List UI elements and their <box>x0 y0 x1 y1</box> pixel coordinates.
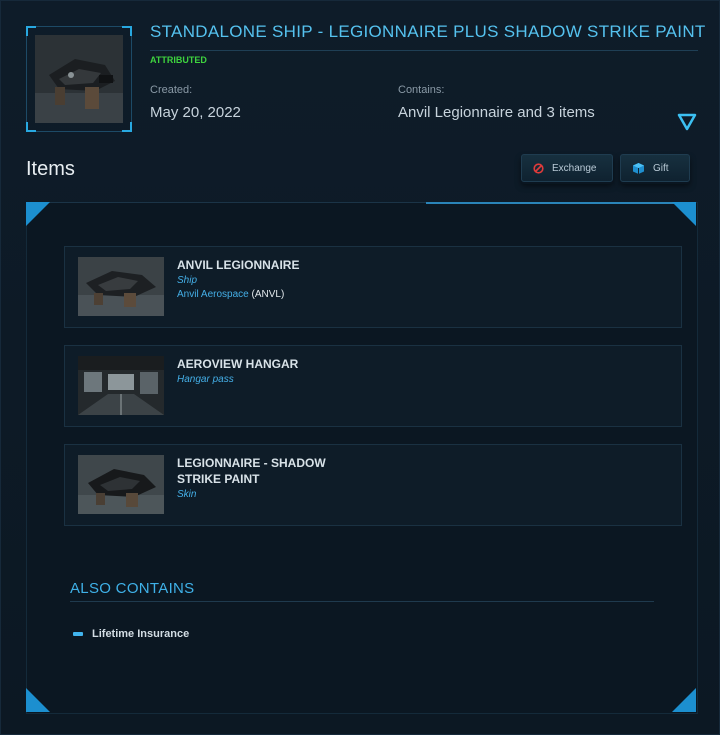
item-name: AEROVIEW HANGAR <box>177 357 299 371</box>
pledge-thumbnail <box>26 26 132 132</box>
item-name: LEGIONNAIRE - SHADOW STRIKE PAINT <box>177 456 326 486</box>
status-badge: ATTRIBUTED <box>150 55 207 65</box>
also-contains-divider <box>70 601 654 602</box>
manufacturer-code: (ANVL) <box>251 289 285 300</box>
list-item-aeroview-hangar[interactable]: AEROVIEW HANGAR Hangar pass <box>64 345 682 427</box>
panel-divider-accent <box>426 202 676 204</box>
block-icon <box>533 162 544 174</box>
also-contains-heading: ALSO CONTAINS <box>70 580 195 597</box>
hangar-thumbnail <box>78 356 164 415</box>
item-name: ANVIL LEGIONNAIRE <box>177 258 300 272</box>
panel-corner-bl <box>26 688 50 712</box>
created-label: Created: <box>150 84 193 96</box>
gift-box-icon <box>632 162 645 175</box>
bullet-icon <box>73 632 83 636</box>
pledge-title: STANDALONE SHIP - LEGIONNAIRE PLUS SHADO… <box>150 22 706 41</box>
paint-thumbnail <box>78 455 164 514</box>
exchange-label: Exchange <box>552 162 597 174</box>
gift-label: Gift <box>653 162 669 174</box>
ship-thumbnail <box>78 257 164 316</box>
item-manufacturer: Anvil Aerospace (ANVL) <box>177 289 284 300</box>
contains-label: Contains: <box>398 84 445 96</box>
item-type: Hangar pass <box>177 374 234 385</box>
items-heading: Items <box>26 158 75 180</box>
gift-button[interactable]: Gift <box>620 154 690 182</box>
contains-value: Anvil Legionnaire and 3 items <box>398 104 595 121</box>
list-item-anvil-legionnaire[interactable]: ANVIL LEGIONNAIRE Ship Anvil Aerospace (… <box>64 246 682 328</box>
panel-corner-tl <box>26 202 50 226</box>
list-item-shadow-strike-paint[interactable]: LEGIONNAIRE - SHADOW STRIKE PAINT Skin <box>64 444 682 526</box>
panel-corner-tr <box>672 202 696 226</box>
also-contains-item: Lifetime Insurance <box>92 628 190 640</box>
created-value: May 20, 2022 <box>150 104 241 121</box>
item-type: Ship <box>177 275 198 286</box>
item-type: Skin <box>177 489 197 500</box>
exchange-button[interactable]: Exchange <box>521 154 613 182</box>
title-divider <box>150 50 698 51</box>
manufacturer-name: Anvil Aerospace <box>177 289 249 300</box>
triangle-down-icon[interactable] <box>677 113 697 131</box>
ship-image <box>35 35 123 123</box>
panel-corner-br <box>672 688 696 712</box>
